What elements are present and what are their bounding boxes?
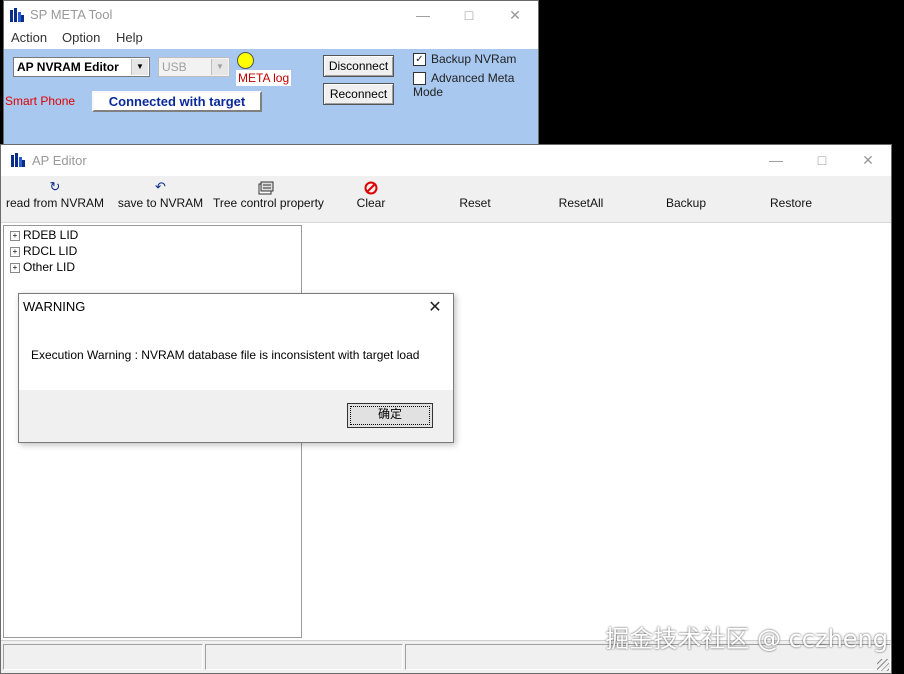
meta-tool-window: SP META Tool — □ ✕ Action Option Help AP… (3, 0, 539, 146)
chevron-down-icon: ▼ (211, 59, 228, 75)
close-icon[interactable]: ✕ (423, 296, 447, 320)
property-icon (213, 176, 319, 196)
status-led (237, 52, 254, 69)
tree-item-label: RDEB LID (23, 228, 79, 242)
dialog-footer: 确定 (19, 390, 453, 442)
checkbox-empty-icon[interactable] (413, 72, 426, 86)
ap-title: AP Editor (32, 153, 87, 168)
tree-item-rdcl[interactable]: + RDCL LID (10, 244, 77, 258)
expand-icon[interactable]: + (10, 230, 20, 241)
menu-action[interactable]: Action (11, 30, 47, 45)
tree-item-label: Other LID (23, 260, 76, 274)
reset-button[interactable]: Reset (445, 176, 505, 222)
disconnect-button[interactable]: Disconnect (323, 55, 394, 77)
read-icon: ↻ (49, 179, 61, 194)
clear-label: Clear (356, 196, 386, 210)
restore-label: Restore (769, 196, 813, 210)
reset-all-button[interactable]: ResetAll (549, 176, 613, 222)
menubar: Action Option Help (4, 29, 538, 49)
resize-grip-icon[interactable] (877, 659, 889, 671)
reconnect-button[interactable]: Reconnect (323, 83, 394, 105)
save-to-nvram-button[interactable]: ↶ save to NVRAM (113, 176, 208, 222)
reset-label: Reset (459, 196, 491, 210)
tree-item-rdeb[interactable]: + RDEB LID (10, 228, 78, 242)
restore-button[interactable]: Restore (761, 176, 821, 222)
meta-title: SP META Tool (30, 7, 113, 22)
backup-nvram-checkbox[interactable]: ✓ Backup NVRam (413, 52, 517, 67)
smart-phone-label: Smart Phone (5, 94, 76, 108)
app-icon (10, 8, 24, 22)
expand-icon[interactable]: + (10, 246, 20, 257)
tree-control-property-button[interactable]: Tree control property (213, 176, 324, 222)
clear-icon (341, 176, 401, 196)
save-to-nvram-label: save to NVRAM (117, 196, 204, 210)
warning-dialog: WARNING ✕ Execution Warning : NVRAM data… (18, 293, 454, 443)
dialog-title: WARNING (23, 299, 86, 314)
connection-select-value: USB (162, 60, 187, 74)
backup-nvram-label: Backup NVRam (431, 52, 517, 66)
expand-icon[interactable]: + (10, 262, 20, 273)
connection-select: USB ▼ (158, 57, 230, 77)
read-from-nvram-label: read from NVRAM (5, 196, 105, 210)
backup-button[interactable]: Backup (656, 176, 716, 222)
reset-all-label: ResetAll (558, 196, 604, 210)
mode-select-value: AP NVRAM Editor (17, 60, 119, 74)
toolbar: ↻ read from NVRAM ↶ save to NVRAM Tree c… (1, 176, 891, 223)
meta-titlebar[interactable]: SP META Tool — □ ✕ (4, 1, 538, 29)
tree-item-label: RDCL LID (23, 244, 78, 258)
dialog-message: Execution Warning : NVRAM database file … (31, 348, 420, 362)
status-cell-1 (3, 644, 203, 670)
menu-help[interactable]: Help (116, 30, 143, 45)
checkbox-checked-icon[interactable]: ✓ (413, 53, 426, 67)
clear-button[interactable]: Clear (341, 176, 401, 222)
minimize-icon[interactable]: — (753, 146, 799, 174)
save-icon: ↶ (155, 179, 166, 194)
ap-titlebar[interactable]: AP Editor — □ ✕ (1, 145, 891, 175)
tree-item-other[interactable]: + Other LID (10, 260, 75, 274)
maximize-icon[interactable]: □ (799, 146, 845, 174)
meta-panel: AP NVRAM Editor ▼ USB ▼ META log Smart P… (4, 49, 538, 145)
watermark: 掘金技术社区 @ cczheng (605, 625, 888, 653)
backup-label: Backup (665, 196, 707, 210)
chevron-down-icon[interactable]: ▼ (131, 59, 148, 75)
close-icon[interactable]: ✕ (492, 1, 538, 29)
maximize-icon[interactable]: □ (446, 1, 492, 29)
tree-control-property-label: Tree control property (213, 196, 324, 210)
advanced-meta-mode-label: Advanced Meta Mode (413, 71, 515, 100)
minimize-icon[interactable]: — (400, 1, 446, 29)
read-from-nvram-button[interactable]: ↻ read from NVRAM (5, 176, 105, 222)
app-icon (11, 153, 25, 167)
advanced-meta-mode-checkbox[interactable]: Advanced Meta Mode (413, 71, 538, 99)
menu-option[interactable]: Option (62, 30, 100, 45)
ok-button[interactable]: 确定 (347, 403, 433, 428)
mode-select[interactable]: AP NVRAM Editor ▼ (13, 57, 150, 77)
status-cell-2 (205, 644, 403, 670)
close-icon[interactable]: ✕ (845, 146, 891, 174)
connection-status: Connected with target (92, 91, 262, 112)
meta-log-label: META log (236, 70, 292, 86)
